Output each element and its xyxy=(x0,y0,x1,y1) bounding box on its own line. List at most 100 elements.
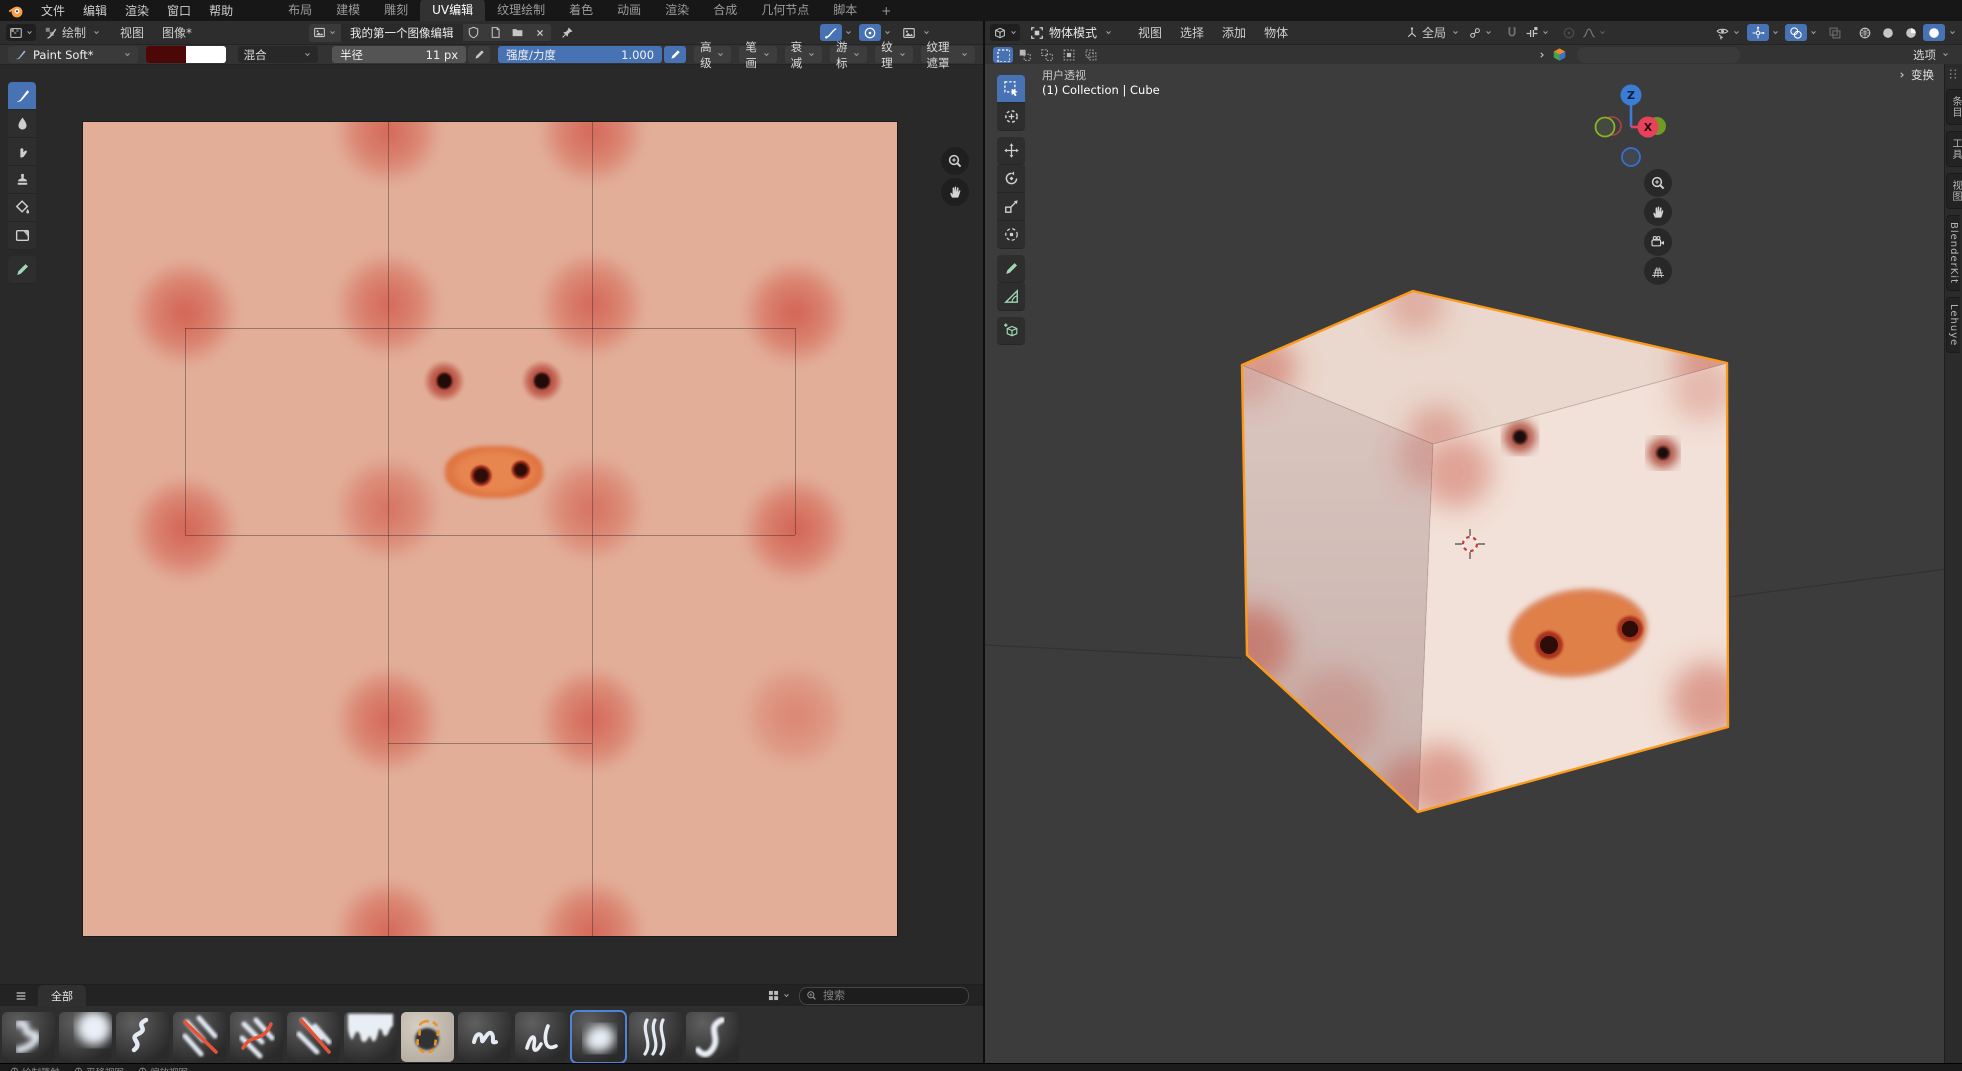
sidebar-tab-item[interactable]: 条目 xyxy=(1946,89,1962,125)
image-editor-menu-view[interactable]: 视图 xyxy=(111,24,153,41)
viewport-canvas[interactable]: X Z 用户透视 (1) Collection | Cube 变换 xyxy=(985,64,1962,1063)
tool-smear[interactable] xyxy=(8,138,36,166)
image-editor-menu-image[interactable]: 图像* xyxy=(153,24,201,41)
sidebar-collapsed-panel[interactable]: 变换 xyxy=(1897,67,1934,83)
brush-thumbnail[interactable] xyxy=(173,1012,226,1062)
workspace-tab[interactable]: 着色 xyxy=(557,0,605,21)
brush-thumbnail[interactable] xyxy=(344,1012,397,1062)
gizmo-axis-neg-z[interactable] xyxy=(1622,148,1640,166)
menu-edit[interactable]: 编辑 xyxy=(74,2,116,19)
brush-thumbnail[interactable] xyxy=(116,1012,169,1062)
brush-selector[interactable]: Paint Soft* xyxy=(8,46,138,63)
brush-thumbnail[interactable] xyxy=(401,1012,454,1062)
image-browse-dropdown[interactable] xyxy=(309,24,341,42)
shading-wireframe-button[interactable] xyxy=(1854,24,1876,41)
select-mode-set[interactable] xyxy=(993,47,1013,63)
popover-falloff[interactable]: 衰减 xyxy=(785,46,822,63)
sidebar-tab-tool[interactable]: 工具 xyxy=(1946,131,1962,167)
camera-view-button[interactable] xyxy=(1644,228,1672,256)
object-visibility-dropdown[interactable] xyxy=(1715,25,1741,40)
shading-rendered-button[interactable] xyxy=(1923,24,1945,41)
pivot-point-dropdown[interactable] xyxy=(1468,26,1493,40)
proportional-falloff-dropdown[interactable] xyxy=(1582,26,1607,40)
perspective-toggle-button[interactable] xyxy=(1644,257,1672,285)
pin-button[interactable] xyxy=(557,24,579,41)
tool-annotate[interactable] xyxy=(8,256,36,284)
tool-panel-expander[interactable] xyxy=(1537,47,1567,62)
snap-settings-dropdown[interactable] xyxy=(1525,26,1550,40)
menu-window[interactable]: 窗口 xyxy=(158,2,200,19)
tool-draw-brush[interactable] xyxy=(8,82,36,110)
brush-thumbnail[interactable] xyxy=(515,1012,568,1062)
viewport-menu-add[interactable]: 添加 xyxy=(1213,24,1255,41)
tool-fill[interactable] xyxy=(8,194,36,222)
tool-3d-cursor[interactable] xyxy=(997,103,1025,131)
brush-thumbnail[interactable] xyxy=(629,1012,682,1062)
menu-help[interactable]: 帮助 xyxy=(200,2,242,19)
tool-transform[interactable] xyxy=(997,221,1025,249)
radius-slider[interactable]: 半径 11 px xyxy=(332,46,466,63)
tool-rotate[interactable] xyxy=(997,165,1025,193)
workspace-tab[interactable]: 渲染 xyxy=(653,0,701,21)
brush-thumbnail[interactable] xyxy=(287,1012,340,1062)
select-mode-extend[interactable] xyxy=(1015,47,1035,63)
unlink-image-button[interactable] xyxy=(529,24,551,41)
paint-canvas[interactable] xyxy=(83,122,897,936)
tool-annotate[interactable] xyxy=(997,255,1025,283)
primary-color-swatch[interactable] xyxy=(146,46,186,63)
zoom-view-button[interactable] xyxy=(941,147,969,175)
workspace-tab[interactable]: 纹理绘制 xyxy=(485,0,557,21)
workspace-tab[interactable]: 雕刻 xyxy=(372,0,420,21)
popover-advanced[interactable]: 高级 xyxy=(694,46,731,63)
tool-soften[interactable] xyxy=(8,110,36,138)
gizmo-axis-neg-y[interactable] xyxy=(1596,118,1615,137)
proportional-edit-toggle[interactable] xyxy=(1558,24,1580,41)
menu-file[interactable]: 文件 xyxy=(32,2,74,19)
gizmos-dropdown[interactable] xyxy=(1747,24,1780,41)
tool-scale[interactable] xyxy=(997,193,1025,221)
strength-slider[interactable]: 强度/力度 1.000 xyxy=(498,46,662,63)
workspace-tab[interactable]: 建模 xyxy=(324,0,372,21)
fake-user-shield-button[interactable] xyxy=(463,24,485,41)
region-grip-icon[interactable] xyxy=(1945,64,1962,89)
secondary-color-swatch[interactable] xyxy=(186,46,226,63)
tool-select-box[interactable] xyxy=(997,75,1025,103)
tool-mask[interactable] xyxy=(8,222,36,250)
workspace-tab[interactable]: 动画 xyxy=(605,0,653,21)
snap-toggle[interactable] xyxy=(1501,24,1523,41)
shading-material-button[interactable] xyxy=(1900,24,1922,41)
tool-move[interactable] xyxy=(997,137,1025,165)
zoom-view-button[interactable] xyxy=(1644,169,1672,197)
workspace-tab[interactable]: 合成 xyxy=(701,0,749,21)
workspace-tab[interactable]: 几何节点 xyxy=(749,0,821,21)
popover-cursor[interactable]: 游标 xyxy=(830,46,867,63)
viewport-menu-view[interactable]: 视图 xyxy=(1129,24,1171,41)
open-image-button[interactable] xyxy=(507,24,529,41)
popover-texture[interactable]: 纹理 xyxy=(875,46,912,63)
editor-type-dropdown[interactable] xyxy=(990,24,1020,41)
popover-texture-mask[interactable]: 纹理遮罩 xyxy=(921,46,975,63)
tool-measure[interactable] xyxy=(997,283,1025,311)
catalog-tab-all[interactable]: 全部 xyxy=(38,985,86,1006)
shading-solid-button[interactable] xyxy=(1877,24,1899,41)
pan-view-button[interactable] xyxy=(941,178,969,206)
blender-logo-icon[interactable] xyxy=(8,3,24,19)
image-name-field[interactable]: 我的第一个图像编辑 xyxy=(341,25,463,41)
select-mode-intersect[interactable] xyxy=(1081,47,1101,63)
workspace-tab-active[interactable]: UV编辑 xyxy=(420,0,485,21)
brush-thumbnail[interactable] xyxy=(230,1012,283,1062)
sidebar-tab-lehuye[interactable]: Lehuye xyxy=(1946,297,1960,353)
brush-thumbnail-selected[interactable] xyxy=(572,1012,625,1062)
strength-pressure-toggle[interactable] xyxy=(664,46,686,63)
workspace-tab[interactable]: 脚本 xyxy=(821,0,869,21)
options-dropdown[interactable]: 选项 xyxy=(1913,47,1950,63)
asset-search-box[interactable] xyxy=(799,987,969,1005)
tool-clone[interactable] xyxy=(8,166,36,194)
catalog-menu-button[interactable] xyxy=(10,987,32,1004)
brush-thumbnail[interactable] xyxy=(458,1012,511,1062)
xray-toggle[interactable] xyxy=(1824,24,1846,41)
brush-thumbnail[interactable] xyxy=(59,1012,112,1062)
add-workspace-button[interactable]: + xyxy=(869,2,903,21)
tool-settings-field[interactable] xyxy=(1577,47,1740,63)
select-mode-invert[interactable] xyxy=(1059,47,1079,63)
